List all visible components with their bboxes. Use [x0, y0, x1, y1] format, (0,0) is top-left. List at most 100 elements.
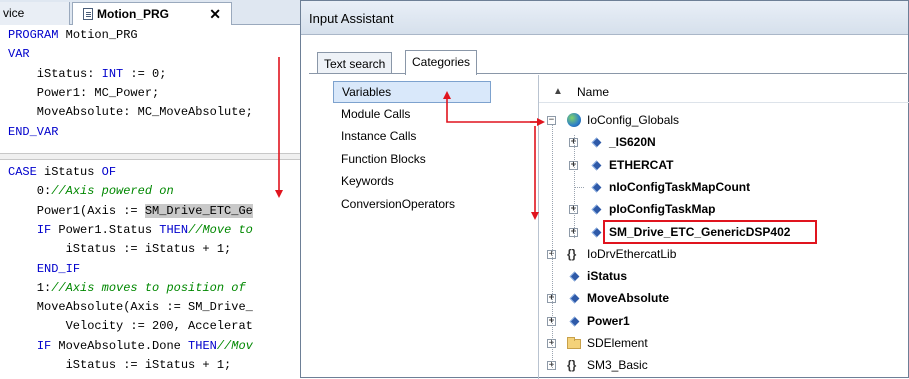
code-keyword: END_VAR [8, 124, 59, 139]
tab-previous[interactable]: vice [0, 2, 70, 25]
tree-item-label: _IS620N [609, 135, 656, 150]
variable-icon [591, 160, 602, 171]
code-keyword: THEN [188, 338, 217, 353]
code-line[interactable]: MoveAbsolute(Axis := SM_Drive_ [8, 298, 253, 317]
code-keyword: OF [101, 165, 117, 179]
tree-item-label: SDElement [587, 336, 648, 350]
code-text: iStatus [36, 165, 102, 179]
code-line[interactable]: IF Power1.Status THEN//Move to [8, 221, 253, 240]
tree-connector [574, 186, 584, 188]
code-line[interactable]: 0://Axis powered on [8, 182, 174, 201]
code-text: 1: [8, 280, 52, 295]
code-text: Power1: MC_Power; [8, 85, 160, 100]
tab-categories[interactable]: Categories [405, 50, 478, 75]
variable-icon [569, 316, 580, 327]
input-assistant-dialog: Input Assistant Text search Categories V… [300, 0, 909, 379]
tree-row[interactable]: + Power1 [539, 310, 909, 332]
code-keyword: INT [101, 66, 124, 81]
code-keyword: IF [36, 338, 52, 353]
code-selection: SM_Drive_ETC_Ge [144, 203, 253, 218]
code-text: 0: [8, 184, 52, 199]
category-variables[interactable]: Variables [333, 81, 491, 103]
category-list[interactable]: Variables Module Calls Instance Calls Funct… [333, 79, 529, 379]
tree-item-label: IoConfig_Globals [587, 113, 680, 127]
code-line[interactable]: END_IF [8, 260, 80, 279]
code-line[interactable]: VAR [8, 45, 30, 64]
code-text: Power1.Status [51, 222, 160, 237]
code-line[interactable]: PROGRAM Motion_PRG [8, 26, 138, 45]
tree-item-label: SM3_Basic [587, 358, 648, 373]
dialog-titlebar[interactable]: Input Assistant [301, 1, 908, 35]
code-text: MoveAbsolute.Done [51, 338, 189, 353]
folder-icon [567, 337, 581, 349]
code-line[interactable]: 1://Axis moves to position of [8, 279, 246, 298]
code-line[interactable]: Velocity := 200, Accelerat [8, 317, 253, 336]
highlight-box [603, 219, 817, 244]
tree-row[interactable]: + ETHERCAT [539, 154, 909, 176]
name-column-header[interactable]: ▲ Name [539, 81, 909, 103]
code-text: MoveAbsolute: MC_MoveAbsolute; [8, 105, 253, 120]
variable-icon [569, 271, 580, 282]
code-text: Motion_PRG [58, 28, 138, 42]
collapse-icon[interactable]: − [547, 116, 556, 125]
code-line[interactable]: Power1: MC_Power; [8, 84, 159, 103]
tree-item-label: nIoConfigTaskMapCount [609, 179, 751, 194]
tree-item-label: iStatus [587, 269, 628, 284]
tree-guide-line [574, 135, 575, 238]
code-keyword: THEN [159, 222, 189, 237]
code-comment: //Axis moves to position of [51, 280, 246, 295]
tree-row[interactable]: + SDElement [539, 332, 909, 354]
tree-row[interactable]: +{} IoDrvEthercatLib [539, 243, 909, 265]
variable-icon [591, 227, 602, 237]
tab-text-search[interactable]: Text search [317, 52, 393, 74]
tab-baseline [309, 73, 907, 74]
tree-item-label: Power1 [587, 313, 630, 328]
code-line[interactable]: IF MoveAbsolute.Done THEN//Mov [8, 337, 253, 356]
tree-row[interactable]: + MoveAbsolute [539, 287, 909, 309]
tree-row[interactable]: iStatus [539, 265, 909, 287]
category-function-blocks[interactable]: Function Blocks [333, 149, 493, 171]
tree-item-label: ETHERCAT [609, 157, 674, 172]
code-text: MoveAbsolute(Axis := SM_Drive_ [8, 300, 253, 315]
tree-item-label: pIoConfigTaskMap [609, 202, 716, 217]
code-keyword: END_IF [36, 261, 81, 276]
code-text: iStatus: [8, 66, 102, 81]
tab-motion-prg[interactable]: Motion_PRG ✕ [72, 2, 232, 25]
variable-icon [591, 137, 602, 148]
code-line[interactable]: CASE iStatus OF [8, 163, 116, 182]
tree-row[interactable]: + pIoConfigTaskMap [539, 198, 909, 220]
code-keyword: PROGRAM [8, 28, 59, 42]
code-text: := 0; [123, 66, 167, 81]
code-line[interactable]: MoveAbsolute: MC_MoveAbsolute; [8, 103, 253, 122]
symbol-tree[interactable]: ▲ Name − IoConfig_Globals + _IS620N + ETHERCA… [538, 75, 909, 379]
code-text: Velocity := 200, Accelerat [8, 319, 253, 334]
code-editor[interactable]: vice Motion_PRG ✕ PROGRAM Motion_PRG VAR … [0, 0, 305, 378]
tree-row[interactable]: − IoConfig_Globals [539, 109, 909, 131]
globe-icon [567, 113, 581, 127]
pane-splitter[interactable] [0, 153, 305, 160]
close-icon[interactable]: ✕ [209, 3, 221, 25]
tree-row[interactable]: +{} SM3_Basic [539, 354, 909, 376]
category-keywords[interactable]: Keywords [333, 171, 493, 193]
code-line[interactable]: iStatus := iStatus + 1; [8, 356, 232, 375]
code-comment: //Mov [216, 338, 253, 353]
code-line[interactable]: END_VAR [8, 123, 58, 142]
category-module-calls[interactable]: Module Calls [333, 104, 493, 126]
tab-previous-label: vice [3, 6, 25, 20]
category-instance-calls[interactable]: Instance Calls [333, 126, 493, 148]
code-line[interactable]: iStatus: INT := 0; [8, 65, 167, 84]
code-line[interactable]: Power1(Axis := SM_Drive_ETC_Ge [8, 202, 253, 221]
tree-row[interactable]: + _IS620N [539, 131, 909, 153]
category-conversionoperators[interactable]: ConversionOperators [333, 194, 493, 216]
name-column-label: Name [577, 85, 610, 99]
code-comment: //Axis powered on [51, 184, 174, 199]
code-comment: //Move to [188, 222, 253, 237]
tree-guide-line [552, 125, 553, 371]
library-icon: {} [567, 358, 577, 373]
tree-row[interactable]: nIoConfigTaskMapCount [539, 176, 909, 198]
variable-icon [591, 182, 602, 193]
code-line[interactable]: iStatus := iStatus + 1; [8, 240, 232, 259]
dialog-title: Input Assistant [309, 11, 394, 26]
